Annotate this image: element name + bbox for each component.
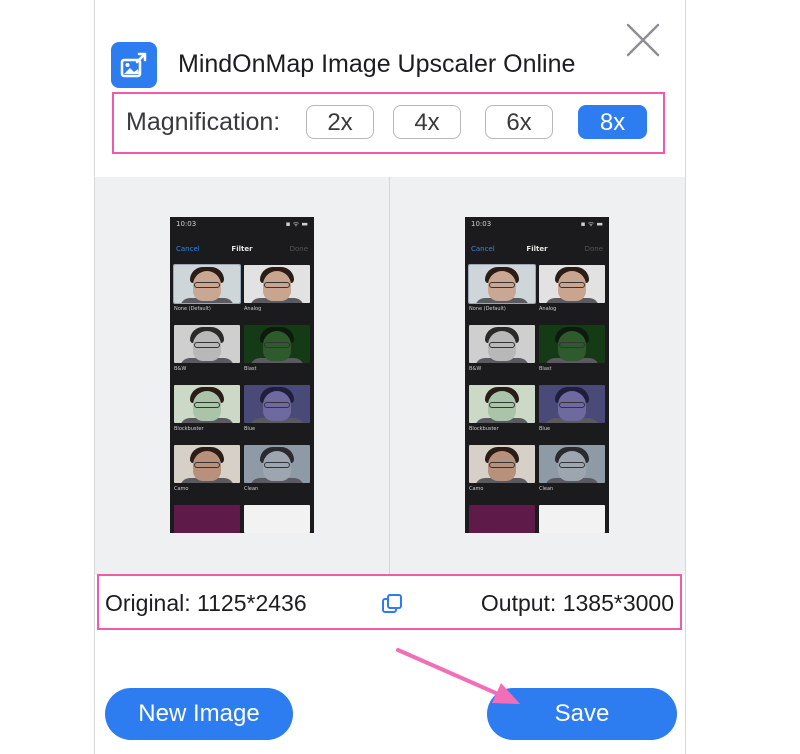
filter-label: Blast xyxy=(539,366,552,372)
thumbnail-glasses xyxy=(489,342,515,348)
filter-label: None (Default) xyxy=(469,306,506,312)
output-resolution: Output: 1385*3000 xyxy=(480,590,674,616)
thumbnail-glasses xyxy=(559,462,585,468)
thumbnail-glasses xyxy=(264,462,290,468)
filter-label: Blast xyxy=(244,366,257,372)
copy-icon[interactable] xyxy=(380,592,404,616)
filter-thumbnail xyxy=(244,445,310,483)
save-button[interactable]: Save xyxy=(487,688,677,740)
filter-label: Blue xyxy=(244,426,256,432)
phone-status-time: 10:03 xyxy=(471,220,492,228)
app-title: MindOnMap Image Upscaler Online xyxy=(178,50,576,78)
filter-thumbnail-partial xyxy=(244,505,310,533)
thumbnail-glasses xyxy=(194,282,220,288)
thumbnail-glasses xyxy=(194,402,220,408)
filter-thumbnail xyxy=(539,325,605,363)
thumbnail-glasses xyxy=(559,282,585,288)
magnification-6x-button[interactable]: 6x xyxy=(485,105,553,139)
filter-thumbnail xyxy=(174,385,240,423)
filter-thumbnail xyxy=(539,385,605,423)
preview-divider xyxy=(389,177,390,575)
filter-label: Clean xyxy=(539,486,554,492)
preview-area: 10:03 ▪ ᯤ ▬ Cancel Filter Done None (Default)… xyxy=(95,177,685,575)
filter-thumbnail xyxy=(539,265,605,303)
thumbnail-glasses xyxy=(264,402,290,408)
thumbnail-glasses xyxy=(559,402,585,408)
filter-thumbnail xyxy=(469,325,535,363)
filter-label: Analog xyxy=(539,306,557,312)
filter-thumbnail xyxy=(244,265,310,303)
filter-label: Analog xyxy=(244,306,262,312)
filter-thumbnail xyxy=(244,385,310,423)
thumbnail-glasses xyxy=(489,282,515,288)
phone-status-time: 10:03 xyxy=(176,220,197,228)
image-upscale-icon xyxy=(111,42,157,88)
filter-thumbnail xyxy=(244,325,310,363)
thumbnail-glasses xyxy=(264,282,290,288)
upscaler-dialog: MindOnMap Image Upscaler Online Magnific… xyxy=(94,0,686,754)
thumbnail-glasses xyxy=(489,402,515,408)
filter-label: B&W xyxy=(174,366,187,372)
filter-thumbnail-partial xyxy=(469,505,535,533)
thumbnail-glasses xyxy=(194,342,220,348)
magnification-label: Magnification: xyxy=(126,108,281,136)
filter-thumbnail xyxy=(174,325,240,363)
close-icon[interactable] xyxy=(625,22,661,58)
filter-thumbnail xyxy=(173,264,241,304)
filter-label: Blockbuster xyxy=(174,426,204,432)
filter-thumbnail-partial xyxy=(174,505,240,533)
filter-label: Camo xyxy=(469,486,484,492)
phone-done-label: Done xyxy=(584,245,603,253)
filter-label: B&W xyxy=(469,366,482,372)
phone-status-icons: ▪ ᯤ ▬ xyxy=(285,220,308,228)
filter-thumbnail-partial xyxy=(539,505,605,533)
thumbnail-glasses xyxy=(264,342,290,348)
phone-status-icons: ▪ ᯤ ▬ xyxy=(580,220,603,228)
filter-label: Blue xyxy=(539,426,551,432)
phone-done-label: Done xyxy=(289,245,308,253)
filter-label: Clean xyxy=(244,486,259,492)
magnification-2x-button[interactable]: 2x xyxy=(306,105,374,139)
thumbnail-glasses xyxy=(559,342,585,348)
filter-thumbnail xyxy=(469,385,535,423)
filter-thumbnail xyxy=(469,445,535,483)
new-image-button[interactable]: New Image xyxy=(105,688,293,740)
filter-thumbnail xyxy=(174,445,240,483)
filter-label: None (Default) xyxy=(174,306,211,312)
magnification-4x-button[interactable]: 4x xyxy=(393,105,461,139)
original-image-preview: 10:03 ▪ ᯤ ▬ Cancel Filter Done None (Default)… xyxy=(170,217,314,533)
output-image-preview: 10:03 ▪ ᯤ ▬ Cancel Filter Done None (Default)… xyxy=(465,217,609,533)
magnification-panel: Magnification: 2x 4x 6x 8x xyxy=(112,92,665,154)
original-resolution: Original: 1125*2436 xyxy=(105,590,307,616)
thumbnail-glasses xyxy=(489,462,515,468)
filter-label: Camo xyxy=(174,486,189,492)
resolution-info: Original: 1125*2436 Output: 1385*3000 xyxy=(97,574,682,630)
magnification-8x-button[interactable]: 8x xyxy=(578,105,647,139)
thumbnail-glasses xyxy=(194,462,220,468)
filter-thumbnail xyxy=(539,445,605,483)
filter-thumbnail xyxy=(468,264,536,304)
filter-label: Blockbuster xyxy=(469,426,499,432)
